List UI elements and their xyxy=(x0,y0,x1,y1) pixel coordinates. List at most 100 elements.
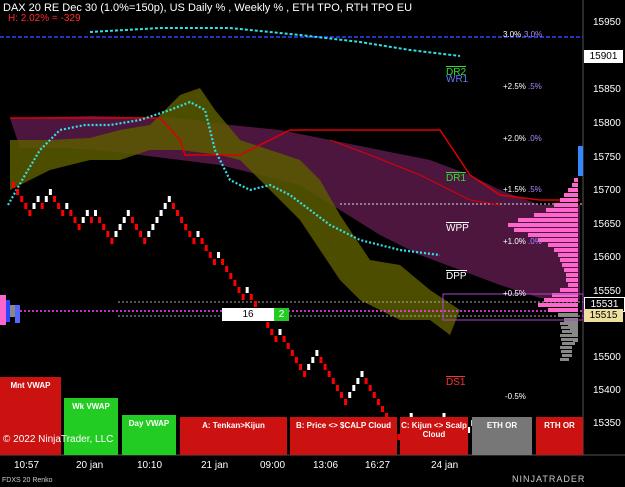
renko-brick xyxy=(65,203,69,209)
profile-bar xyxy=(564,193,578,197)
renko-brick xyxy=(200,238,204,244)
profile-bar xyxy=(560,346,572,349)
renko-brick xyxy=(94,210,97,216)
price-scalp-cloud-button[interactable]: B: Price <> $CALP Cloud xyxy=(290,417,397,455)
renko-brick xyxy=(102,224,106,230)
renko-brick xyxy=(40,203,44,209)
renko-brick xyxy=(48,189,52,195)
price-tick: 15850 xyxy=(593,84,621,95)
price-tick: 15500 xyxy=(593,352,621,363)
eth-or-button[interactable]: ETH OR xyxy=(472,417,532,455)
renko-brick xyxy=(36,196,40,202)
renko-brick xyxy=(180,217,184,223)
rth-or-button[interactable]: RTH OR xyxy=(536,417,583,455)
renko-brick xyxy=(381,406,384,412)
renko-brick xyxy=(208,252,212,258)
renko-brick xyxy=(126,210,130,216)
price-tick: 15800 xyxy=(593,118,621,129)
profile-bar xyxy=(572,183,578,187)
pct-label: 3.0% xyxy=(503,30,522,39)
renko-brick xyxy=(118,224,122,230)
renko-brick xyxy=(270,329,274,335)
renko-brick xyxy=(245,287,249,293)
level-dr1: DR1 xyxy=(446,172,467,184)
time-tick: 13:06 xyxy=(313,460,339,471)
profile-bar xyxy=(566,278,578,282)
profile-bar xyxy=(534,213,578,217)
renko-counter-badge: 2 xyxy=(274,308,289,321)
pct-label: +0.5% xyxy=(503,289,526,298)
kijun-scalp-cloud-button[interactable]: C: Kijun <> Scalp Cloud xyxy=(400,417,468,455)
renko-brick xyxy=(77,224,81,230)
profile-bar xyxy=(518,218,578,222)
renko-brick xyxy=(44,196,48,202)
renko-brick xyxy=(307,364,311,370)
renko-brick xyxy=(188,231,192,237)
renko-brick xyxy=(163,203,167,209)
profile-bar xyxy=(562,342,575,345)
profile-bar xyxy=(562,330,578,333)
renko-brick xyxy=(106,231,110,237)
profile-bar xyxy=(561,350,572,353)
cyan-upper-line xyxy=(89,27,461,57)
renko-brick xyxy=(278,329,282,335)
pct-label: .0% xyxy=(528,134,542,143)
renko-brick xyxy=(139,231,143,237)
profile-bar xyxy=(558,313,578,317)
profile-bar xyxy=(562,263,578,267)
day-vwap-button[interactable]: Day VWAP xyxy=(122,415,176,455)
profile-bar xyxy=(548,243,578,247)
renko-brick xyxy=(286,343,290,349)
renko-brick xyxy=(217,252,220,258)
renko-brick xyxy=(294,357,298,363)
renko-brick xyxy=(253,301,257,307)
time-tick: 20 jan xyxy=(76,460,104,471)
ninjatrader-logo: NINJATRADER xyxy=(512,474,586,484)
copyright-text: © 2022 NinjaTrader, LLC xyxy=(3,434,114,445)
price-tick: 15350 xyxy=(593,418,621,429)
renko-brick xyxy=(290,350,294,356)
price-tick: 15400 xyxy=(593,385,621,396)
renko-brick xyxy=(16,189,20,195)
profile-bar xyxy=(508,223,578,227)
instrument-footer: FDXS 20 Renko xyxy=(2,477,53,484)
renko-brick xyxy=(331,378,335,384)
profile-bar xyxy=(554,203,578,207)
profile-bar xyxy=(514,228,578,232)
renko-brick xyxy=(122,217,126,223)
volume-edge-blue xyxy=(578,146,583,176)
renko-brick xyxy=(241,294,245,300)
renko-brick xyxy=(274,336,278,342)
left-profile-blue2 xyxy=(15,305,20,323)
pct-label: .5% xyxy=(528,185,542,194)
renko-brick xyxy=(233,280,237,286)
renko-brick xyxy=(340,392,343,398)
profile-bar xyxy=(538,238,578,242)
profile-bar xyxy=(564,268,578,272)
profile-bar xyxy=(560,258,578,262)
renko-brick xyxy=(57,203,61,209)
renko-brick xyxy=(114,231,118,237)
tenkan-kijun-button[interactable]: A: Tenkan>Kijun xyxy=(180,417,287,455)
profile-bar xyxy=(574,178,578,182)
renko-brick xyxy=(110,238,114,244)
profile-bar xyxy=(560,322,578,325)
pct-label: .0% xyxy=(528,237,542,246)
time-tick: 09:00 xyxy=(260,460,286,471)
pct-label: +1.5% xyxy=(503,185,526,194)
renko-brick xyxy=(151,224,155,230)
level-wr1: WR1 xyxy=(446,74,469,85)
renko-brick xyxy=(89,217,93,223)
time-tick: 16:27 xyxy=(365,460,391,471)
pct-label: +1.0% xyxy=(503,237,526,246)
renko-brick xyxy=(73,217,77,223)
renko-brick xyxy=(323,364,327,370)
profile-bar xyxy=(560,198,578,202)
price-tick: 15700 xyxy=(593,185,621,196)
renko-brick xyxy=(167,196,171,202)
renko-brick xyxy=(311,357,315,363)
current-price-badge: 15901 xyxy=(584,50,623,63)
time-tick: 10:10 xyxy=(137,460,163,471)
level-wpp: WPP xyxy=(446,222,469,234)
wk-vwap-button[interactable]: Wk VWAP xyxy=(64,398,118,455)
